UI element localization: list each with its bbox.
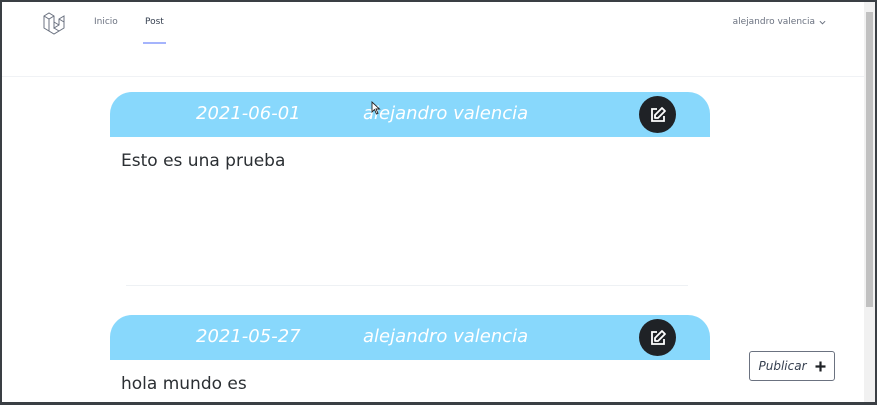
post-body: hola mundo es: [121, 374, 247, 394]
post-author: alejandro valencia: [363, 326, 529, 347]
post-card: 2021-05-27 alejandro valencia hola mundo…: [110, 315, 710, 394]
post-body: Esto es una prueba: [121, 151, 286, 171]
laravel-logo-icon[interactable]: [42, 11, 68, 37]
post-date: 2021-06-01: [196, 103, 301, 124]
scrollbar-thumb[interactable]: [866, 12, 873, 307]
plus-icon: [815, 361, 825, 371]
post-author: alejandro valencia: [363, 103, 529, 124]
edit-button[interactable]: [639, 96, 676, 133]
navbar: Inicio Post alejandro valencia: [2, 2, 864, 77]
mouse-cursor-icon: [371, 101, 381, 115]
vertical-scrollbar[interactable]: [864, 2, 875, 402]
app-window: Inicio Post alejandro valencia 2021-06-0…: [2, 2, 875, 402]
publish-label: Publicar: [758, 359, 807, 373]
chevron-down-icon: [819, 20, 826, 25]
post-header: 2021-06-01 alejandro valencia: [110, 92, 710, 137]
edit-icon: [650, 106, 666, 122]
user-menu[interactable]: alejandro valencia: [733, 17, 826, 27]
post-header: 2021-05-27 alejandro valencia: [110, 315, 710, 360]
publish-button[interactable]: Publicar: [749, 351, 835, 381]
nav-link-post[interactable]: Post: [145, 17, 164, 27]
post-card: 2021-06-01 alejandro valencia Esto es un…: [110, 92, 710, 171]
edit-icon: [650, 329, 666, 345]
nav-active-underline: [143, 42, 166, 44]
user-name: alejandro valencia: [732, 17, 815, 27]
post-date: 2021-05-27: [196, 326, 301, 347]
nav-link-inicio[interactable]: Inicio: [94, 17, 118, 27]
edit-button[interactable]: [639, 319, 676, 356]
post-separator: [126, 285, 688, 286]
